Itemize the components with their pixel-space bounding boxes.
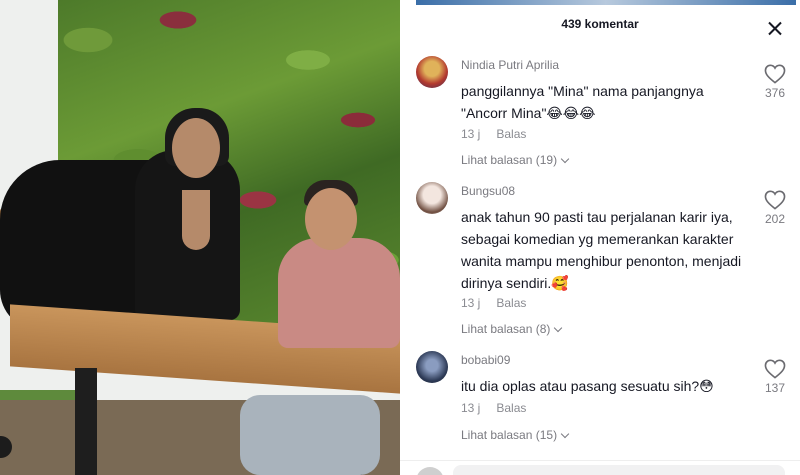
- chevron-down-icon: [560, 154, 570, 164]
- comment-item: bobabi09 itu dia oplas atau pasang sesua…: [400, 351, 800, 451]
- view-replies-button[interactable]: Lihat balasan (15): [461, 428, 570, 442]
- view-replies-label: Lihat balasan (15): [461, 428, 558, 442]
- comment-time: 13 j: [461, 127, 481, 141]
- person-neckline: [182, 190, 210, 250]
- comment-meta: 13 j Balas: [461, 296, 526, 310]
- chevron-down-icon: [560, 429, 570, 439]
- comment-meta: 13 j Balas: [461, 401, 526, 415]
- comment-username[interactable]: Nindia Putri Aprilia: [461, 58, 559, 72]
- heart-icon: [764, 359, 786, 379]
- comment-text: anak tahun 90 pasti tau perjalanan karir…: [461, 209, 742, 291]
- avatar[interactable]: [416, 182, 448, 214]
- reply-button[interactable]: Balas: [496, 401, 526, 415]
- reply-button[interactable]: Balas: [496, 127, 526, 141]
- like-count: 202: [764, 212, 786, 226]
- person-seated: [278, 238, 400, 348]
- view-replies-button[interactable]: Lihat balasan (8): [461, 322, 563, 336]
- like-count: 376: [764, 86, 786, 100]
- heart-icon: [764, 190, 786, 210]
- avatar[interactable]: [416, 56, 448, 88]
- comment-text: panggilannya "Mina" nama panjangnya "Anc…: [461, 83, 704, 121]
- close-icon[interactable]: [764, 18, 786, 40]
- person-face: [305, 188, 357, 250]
- avatar[interactable]: [416, 351, 448, 383]
- comment-username[interactable]: Bungsu08: [461, 184, 515, 198]
- comment-input[interactable]: [453, 465, 785, 475]
- video-frame[interactable]: [0, 0, 400, 475]
- comments-panel: 439 komentar Nindia Putri Aprilia panggi…: [400, 0, 800, 475]
- comment-text: itu dia oplas atau pasang sesuatu sih?😳: [461, 378, 714, 394]
- comment-count-title: 439 komentar: [561, 17, 639, 31]
- like-count: 137: [764, 381, 786, 395]
- comment-item: Bungsu08 anak tahun 90 pasti tau perjala…: [400, 182, 800, 342]
- comment-time: 13 j: [461, 296, 481, 310]
- like-button[interactable]: 202: [760, 190, 790, 226]
- person-face: [172, 118, 220, 178]
- reply-button[interactable]: Balas: [496, 296, 526, 310]
- comment-meta: 13 j Balas: [461, 127, 526, 141]
- comment-time: 13 j: [461, 401, 481, 415]
- heart-icon: [764, 64, 786, 84]
- table-leg: [75, 368, 97, 475]
- comment-item: Nindia Putri Aprilia panggilannya "Mina"…: [400, 56, 800, 174]
- top-banner-strip: [416, 0, 796, 5]
- like-button[interactable]: 376: [760, 64, 790, 100]
- like-button[interactable]: 137: [760, 359, 790, 395]
- avatar: [416, 467, 444, 475]
- person-legs: [240, 395, 380, 475]
- view-replies-button[interactable]: Lihat balasan (19): [461, 153, 570, 167]
- view-replies-label: Lihat balasan (8): [461, 322, 551, 336]
- view-replies-label: Lihat balasan (19): [461, 153, 558, 167]
- chevron-down-icon: [554, 323, 563, 333]
- comment-input-bar: [400, 460, 800, 475]
- comment-username[interactable]: bobabi09: [461, 353, 510, 367]
